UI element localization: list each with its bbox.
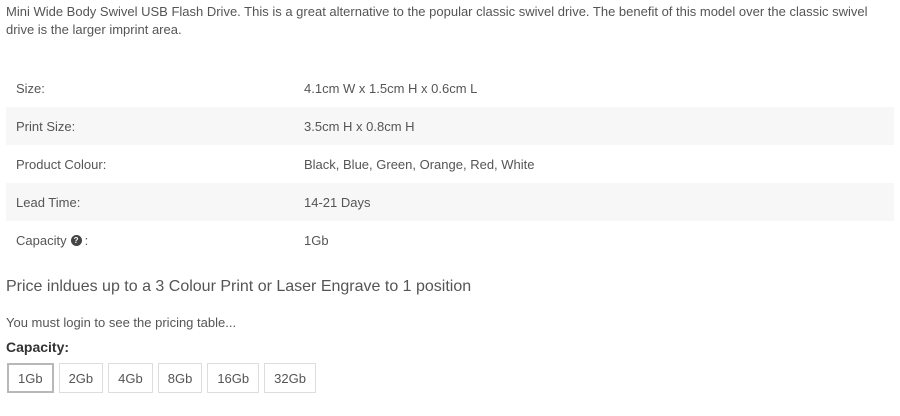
spec-value: 3.5cm H x 0.8cm H (304, 118, 415, 134)
capacity-options: 1Gb 2Gb 4Gb 8Gb 16Gb 32Gb (7, 363, 316, 393)
spec-label-text: Capacity (16, 232, 67, 248)
spec-label: Size: (16, 80, 45, 96)
spec-value: 4.1cm W x 1.5cm H x 0.6cm L (304, 80, 478, 96)
capacity-option-8gb[interactable]: 8Gb (157, 363, 203, 393)
capacity-heading: Capacity: (6, 339, 70, 355)
capacity-option-4gb[interactable]: 4Gb (108, 363, 153, 393)
spec-value: 1Gb (304, 232, 329, 248)
spec-value: 14-21 Days (304, 194, 371, 210)
spec-row-lead-time: Lead Time: 14-21 Days (6, 183, 894, 221)
capacity-option-32gb[interactable]: 32Gb (264, 363, 316, 393)
spec-table: Size: 4.1cm W x 1.5cm H x 0.6cm L Print … (6, 69, 894, 259)
spec-label: Lead Time: (16, 194, 81, 210)
capacity-option-16gb[interactable]: 16Gb (207, 363, 260, 393)
capacity-option-1gb[interactable]: 1Gb (7, 363, 54, 393)
product-description: Mini Wide Body Swivel USB Flash Drive. T… (6, 4, 868, 37)
spec-label-colon: : (84, 232, 89, 248)
spec-row-print-size: Print Size: 3.5cm H x 0.8cm H (6, 107, 894, 145)
spec-label: Product Colour: (16, 156, 107, 172)
spec-row-product-colour: Product Colour: Black, Blue, Green, Oran… (6, 145, 894, 183)
spec-value: Black, Blue, Green, Orange, Red, White (304, 156, 535, 172)
spec-label: Print Size: (16, 118, 76, 134)
login-note: You must login to see the pricing table.… (6, 315, 237, 330)
spec-row-capacity: Capacity ? : 1Gb (6, 221, 894, 259)
spec-label-capacity: Capacity ? : (6, 233, 304, 248)
price-note: Price inldues up to a 3 Colour Print or … (6, 278, 472, 295)
capacity-option-2gb[interactable]: 2Gb (58, 363, 104, 393)
spec-row-size: Size: 4.1cm W x 1.5cm H x 0.6cm L (6, 69, 894, 107)
question-circle-icon[interactable]: ? (70, 234, 82, 246)
